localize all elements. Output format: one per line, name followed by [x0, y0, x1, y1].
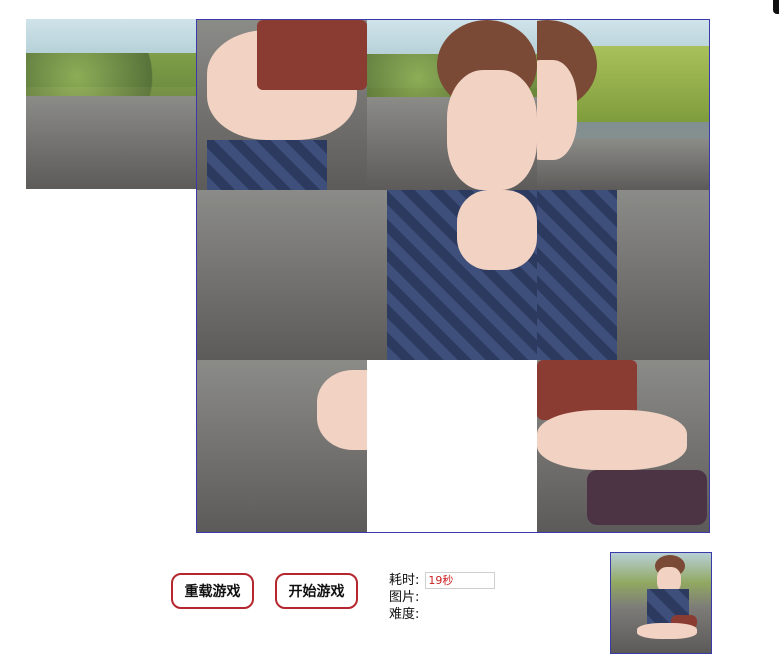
start-game-button[interactable]: 开始游戏 [275, 573, 358, 609]
puzzle-tile[interactable] [367, 190, 537, 360]
reload-game-button[interactable]: 重载游戏 [171, 573, 254, 609]
puzzle-tile[interactable] [367, 20, 537, 190]
time-row: 耗时: 19秒 [389, 572, 496, 589]
puzzle-board[interactable] [196, 19, 710, 533]
tile-road [197, 190, 367, 360]
puzzle-tile[interactable] [537, 20, 709, 190]
puzzle-empty-slot[interactable] [367, 360, 537, 532]
image-label: 图片: [389, 590, 420, 605]
puzzle-tile[interactable] [537, 360, 709, 532]
difficulty-row: 难度: [389, 606, 495, 623]
tile-face [537, 60, 577, 160]
reference-thumbnail [610, 552, 712, 654]
tile-shirt [207, 140, 327, 190]
time-label: 耗时: [389, 573, 420, 588]
tile-shirt [537, 190, 617, 360]
tile-hands [457, 190, 537, 270]
tile-leg [317, 370, 367, 450]
thumb-legs [637, 623, 697, 639]
puzzle-tile[interactable] [197, 360, 367, 532]
image-row: 图片: [389, 589, 495, 606]
tile-leg [537, 410, 687, 470]
puzzle-tile-floating[interactable] [26, 19, 196, 189]
tile-bag [257, 20, 367, 90]
difficulty-label: 难度: [389, 607, 420, 622]
corner-fragment [773, 0, 779, 14]
puzzle-tile[interactable] [197, 190, 367, 360]
puzzle-tile[interactable] [197, 20, 367, 190]
puzzle-tile[interactable] [537, 190, 709, 360]
time-value: 19秒 [425, 572, 496, 589]
tile-face [447, 70, 537, 190]
tile-road [26, 95, 196, 189]
game-info-panel: 耗时: 19秒 图片: 难度: [389, 572, 496, 623]
tile-shoe [587, 470, 707, 525]
